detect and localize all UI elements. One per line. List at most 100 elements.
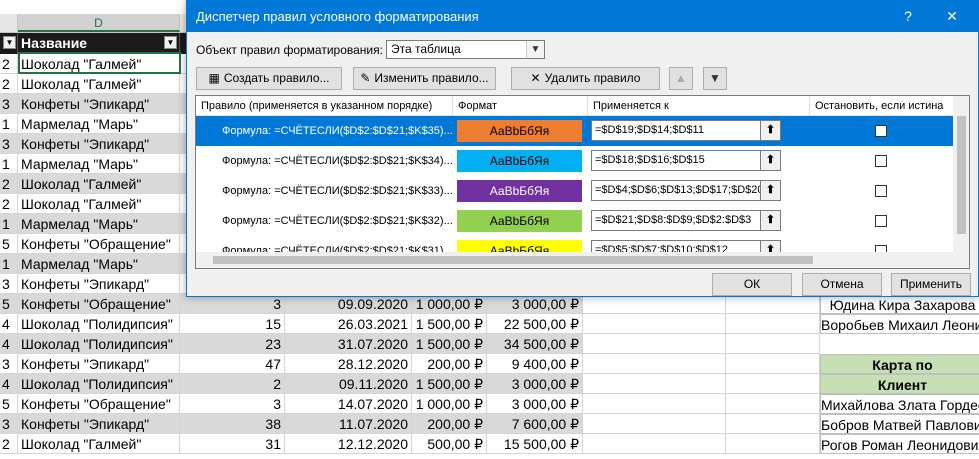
stop-if-true-checkbox[interactable] <box>875 185 887 197</box>
cell-name[interactable]: Мармелад "Марь" <box>18 114 180 134</box>
cell-sum[interactable]: 3 000,00 ₽ <box>487 394 583 414</box>
create-rule-button[interactable]: ▦ Создать правило... <box>196 67 342 90</box>
cell-number[interactable]: 2 <box>0 74 18 94</box>
cell-date[interactable]: 09.09.2020 <box>285 294 412 314</box>
applies-to-input[interactable]: =$D$21;$D$8:$D$9;$D$2:$D$3 ⬆ <box>591 210 781 231</box>
cell-name[interactable]: Шоколад "Галмей" <box>18 434 180 454</box>
applies-to-input[interactable]: =$D$19;$D$14;$D$11 ⬆ <box>591 120 781 141</box>
cell-price[interactable]: 500,00 ₽ <box>412 434 487 454</box>
cell-number[interactable]: 5 <box>0 234 18 254</box>
cell-price[interactable]: 1 500,00 ₽ <box>412 374 487 394</box>
cell-number[interactable]: 5 <box>0 294 18 314</box>
cell-date[interactable]: 11.07.2020 <box>285 414 412 434</box>
cell-quantity[interactable]: 23 <box>180 334 285 354</box>
cell-number[interactable]: 3 <box>0 94 18 114</box>
cell-date[interactable]: 28.12.2020 <box>285 354 412 374</box>
cell-empty[interactable] <box>583 294 726 314</box>
filter-dropdown-icon[interactable]: ▼ <box>164 36 177 49</box>
cell-number[interactable]: 4 <box>0 314 18 334</box>
cell-empty[interactable] <box>726 314 820 334</box>
scroll-thumb[interactable] <box>213 256 813 264</box>
cell-sum[interactable]: 9 400,00 ₽ <box>487 354 583 374</box>
cell-name[interactable]: Шоколад "Полидипсия" <box>18 314 180 334</box>
cell-number[interactable]: 1 <box>0 154 18 174</box>
chevron-down-icon[interactable]: ▼ <box>526 41 544 58</box>
cell-empty[interactable] <box>583 334 726 354</box>
horizontal-scrollbar[interactable] <box>196 252 953 268</box>
cell-name[interactable]: Конфеты "Обращение" <box>18 294 180 314</box>
cell-number[interactable]: 4 <box>0 334 18 354</box>
rule-row[interactable]: Формула: =СЧЁТЕСЛИ($D$2:$D$21;$K$35)... А… <box>196 116 954 146</box>
cell-name[interactable]: Конфеты "Обращение" <box>18 394 180 414</box>
cell-name[interactable]: Конфеты "Эпикард" <box>18 94 180 114</box>
cell-name[interactable]: Конфеты "Обращение" <box>18 234 180 254</box>
cell-name[interactable]: Мармелад "Марь" <box>18 254 180 274</box>
vertical-scrollbar[interactable] <box>953 96 969 268</box>
cell-number[interactable]: 2 <box>0 434 18 454</box>
cancel-button[interactable]: Отмена <box>802 273 882 296</box>
dialog-titlebar[interactable]: Диспетчер правил условного форматировани… <box>187 1 978 32</box>
cell-quantity[interactable]: 2 <box>180 374 285 394</box>
cell-number[interactable]: 3 <box>0 414 18 434</box>
cell-sum[interactable]: 3 000,00 ₽ <box>487 294 583 314</box>
cell-name[interactable]: Мармелад "Марь" <box>18 154 180 174</box>
cell-empty[interactable] <box>583 314 726 334</box>
column-stop[interactable]: Остановить, если истина <box>810 96 954 116</box>
column-format[interactable]: Формат <box>453 96 588 116</box>
cell-date[interactable]: 12.12.2020 <box>285 434 412 454</box>
client-cell[interactable]: Юдина Кира Захарова <box>820 294 979 314</box>
cell-name[interactable]: Мармелад "Марь" <box>18 214 180 234</box>
delete-rule-button[interactable]: ✕ Удалить правило <box>511 67 660 90</box>
cell-number[interactable]: 1 <box>0 214 18 234</box>
cell-name[interactable]: Шоколад "Полидипсия" <box>18 334 180 354</box>
cell-number[interactable]: 2 <box>0 194 18 214</box>
cell-quantity[interactable]: 3 <box>180 394 285 414</box>
client-cell[interactable]: Михайлова Злата Гордеевна <box>820 394 979 414</box>
cell-quantity[interactable]: 47 <box>180 354 285 374</box>
move-down-button[interactable]: ▼ <box>703 67 727 90</box>
cell-empty[interactable] <box>583 434 726 454</box>
cell-date[interactable]: 31.07.2020 <box>285 334 412 354</box>
cell-number[interactable]: 2 <box>0 174 18 194</box>
cell-price[interactable]: 1 500,00 ₽ <box>412 334 487 354</box>
client-cell[interactable]: Воробьев Михаил Леонидович <box>820 314 979 334</box>
range-select-icon[interactable]: ⬆ <box>760 121 780 140</box>
stop-if-true-checkbox[interactable] <box>875 125 887 137</box>
cell-empty[interactable] <box>726 414 820 434</box>
client-cell[interactable]: Рогов Роман Леонидович <box>820 434 979 454</box>
cell-quantity[interactable]: 31 <box>180 434 285 454</box>
apply-button[interactable]: Применить <box>891 273 971 296</box>
cell-quantity[interactable]: 15 <box>180 314 285 334</box>
edit-rule-button[interactable]: ✎ Изменить правило... <box>353 67 496 90</box>
cell-date[interactable]: 14.07.2020 <box>285 394 412 414</box>
cell-quantity[interactable]: 3 <box>180 294 285 314</box>
header-cell-name[interactable]: Название ▼ <box>18 33 180 54</box>
range-select-icon[interactable]: ⬆ <box>760 181 780 200</box>
cell-price[interactable]: 200,00 ₽ <box>412 354 487 374</box>
stop-if-true-checkbox[interactable] <box>875 155 887 167</box>
rule-row[interactable]: Формула: =СЧЁТЕСЛИ($D$2:$D$21;$K$33)... А… <box>196 176 954 206</box>
cell-empty[interactable] <box>726 354 820 374</box>
cell-quantity[interactable]: 38 <box>180 414 285 434</box>
cell-empty[interactable] <box>726 394 820 414</box>
cell-number[interactable]: 1 <box>0 114 18 134</box>
cell-empty[interactable] <box>583 354 726 374</box>
cell-number[interactable]: 3 <box>0 134 18 154</box>
cell-name[interactable]: Шоколад "Полидипсия" <box>18 374 180 394</box>
cell-name[interactable]: Конфеты "Эпикард" <box>18 354 180 374</box>
cell-date[interactable]: 09.11.2020 <box>285 374 412 394</box>
applies-to-input[interactable]: =$D$18;$D$16;$D$15 ⬆ <box>591 150 781 171</box>
client-cell[interactable]: Карта по <box>820 354 979 374</box>
column-header-d[interactable]: D <box>18 14 180 32</box>
cell-price[interactable]: 200,00 ₽ <box>412 414 487 434</box>
client-cell[interactable]: Клиент <box>820 374 979 394</box>
cell-sum[interactable]: 3 000,00 ₽ <box>487 374 583 394</box>
cell-price[interactable]: 1 000,00 ₽ <box>412 394 487 414</box>
cell-date[interactable]: 26.03.2021 <box>285 314 412 334</box>
range-select-icon[interactable]: ⬆ <box>760 211 780 230</box>
cell-name[interactable]: Конфеты "Эпикард" <box>18 134 180 154</box>
help-button[interactable]: ? <box>891 1 925 32</box>
filter-dropdown-icon[interactable]: ▼ <box>3 36 16 49</box>
cell-name[interactable]: Конфеты "Эпикард" <box>18 274 180 294</box>
applies-to-input[interactable]: =$D$4;$D$6;$D$13;$D$17;$D$20 ⬆ <box>591 180 781 201</box>
